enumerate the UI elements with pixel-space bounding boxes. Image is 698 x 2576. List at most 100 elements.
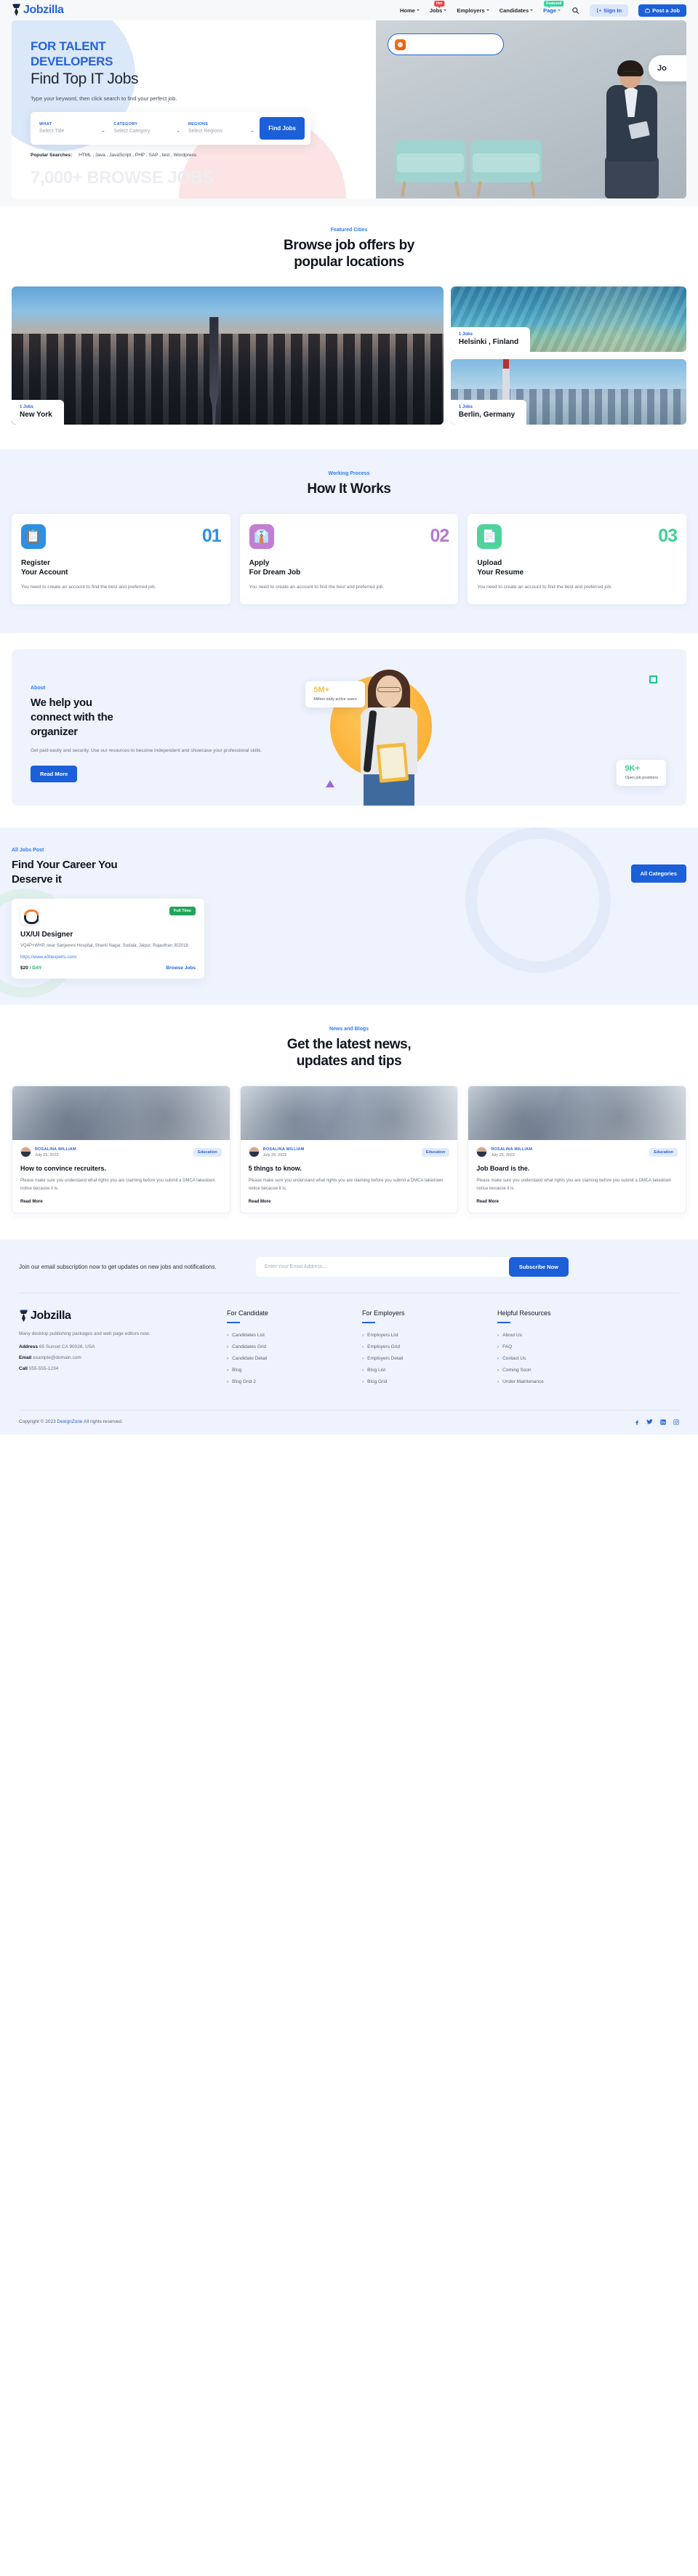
field-value: Select Regions	[188, 129, 222, 135]
footer-link[interactable]: › Blog Grid	[362, 1379, 478, 1384]
popular-searches-items[interactable]: HTML , Java , JavaScript , PHP , SAP , t…	[79, 153, 196, 158]
footer-link[interactable]: › Employers List	[362, 1333, 478, 1338]
footer-link[interactable]: › Coming Soon	[497, 1368, 614, 1373]
search-field-what[interactable]: WHAT Select Title	[36, 122, 108, 134]
news-and-blogs-section: News and Blogs Get the latest news, upda…	[0, 1004, 698, 1240]
footer-link[interactable]: › Blog	[227, 1368, 343, 1373]
blog-author: ROSALINA WILLIAM	[491, 1147, 533, 1152]
address-label: Address	[19, 1344, 39, 1350]
footer-link[interactable]: › Candidates List	[227, 1333, 343, 1338]
avatar	[476, 1147, 488, 1158]
footer-link[interactable]: › Under Maintenance	[497, 1379, 614, 1384]
chevron-right-icon: ›	[227, 1379, 229, 1384]
job-website-link[interactable]: https://www.w3itexperts.com/	[20, 955, 196, 960]
nav-item-candidates[interactable]: Candidates	[500, 7, 534, 14]
badge-featured: Featured	[544, 0, 564, 8]
blog-category-badge[interactable]: Education	[193, 1147, 222, 1157]
avatar	[20, 1147, 31, 1158]
chevron-right-icon: ›	[227, 1332, 229, 1338]
footer-address: Address 65 Sunset CA 90026, USA	[19, 1344, 208, 1349]
footer-link[interactable]: › Blog Grid-2	[227, 1379, 343, 1384]
call-value[interactable]: 555-555-1234	[29, 1366, 58, 1371]
footer-link[interactable]: › Candidate Detail	[227, 1356, 343, 1361]
how-step-upload[interactable]: 📄 03 Upload Your Resume You need to crea…	[468, 513, 687, 604]
footer-link-label: FAQ	[502, 1344, 513, 1350]
about-section: About We help you connect with the organ…	[0, 633, 698, 827]
step-title-line2: Your Resume	[477, 569, 524, 577]
blog-meta: ROSALINA WILLIAM July 25, 2022 Education	[248, 1147, 450, 1158]
footer-link[interactable]: › Candidates Grid	[227, 1344, 343, 1349]
subscribe-button[interactable]: Subscribe Now	[508, 1257, 569, 1277]
footer-link[interactable]: › Employers Detail	[362, 1356, 478, 1361]
how-step-apply[interactable]: 👔 02 Apply For Dream Job You need to cre…	[239, 513, 459, 604]
chevron-right-icon: ›	[362, 1367, 364, 1373]
footer-link[interactable]: › Employers Grid	[362, 1344, 478, 1349]
blog-read-more-link[interactable]: Read More	[20, 1200, 222, 1204]
blog-title: How to convince recruiters.	[20, 1165, 107, 1173]
city-card-berlin[interactable]: 1 Jobs Berlin, Germany	[450, 359, 686, 425]
nav-item-page[interactable]: Featured Page	[543, 0, 564, 14]
blog-category-badge[interactable]: Education	[649, 1147, 678, 1157]
footer-brand-logo[interactable]: Jobzilla	[19, 1309, 208, 1323]
search-icon[interactable]	[571, 6, 579, 15]
step-number: 01	[201, 526, 222, 547]
blog-card[interactable]: ROSALINA WILLIAM July 25, 2022 Education…	[239, 1086, 459, 1214]
blog-read-more-link[interactable]: Read More	[249, 1200, 450, 1204]
footer-link[interactable]: › About Us	[497, 1333, 614, 1338]
dexignzone-link[interactable]: DexignZone	[57, 1419, 83, 1424]
footer-column-title: For Employers	[362, 1309, 405, 1317]
nav-item-home[interactable]: Home	[400, 7, 420, 14]
read-more-button[interactable]: Read More	[31, 765, 78, 782]
jobs-title-line2: Deserve it	[12, 873, 62, 886]
how-eyebrow: Working Process	[328, 471, 370, 477]
city-card-new-york[interactable]: 1 Jobs New York	[12, 286, 444, 425]
job-price-amount: $20	[20, 965, 28, 971]
all-categories-button[interactable]: All Categories	[630, 864, 686, 883]
nav-item-employers[interactable]: Employers	[457, 7, 489, 14]
sign-in-button[interactable]: Sign In	[590, 4, 629, 17]
search-field-regions[interactable]: REGIONS Select Regions	[185, 122, 257, 134]
city-job-count: 1 Jobs	[20, 405, 34, 410]
footer-description: Many desktop publishing packages and web…	[19, 1331, 151, 1337]
profile-card-icon: 👔	[249, 523, 274, 549]
step-title-line1: Register	[21, 558, 51, 567]
blog-card[interactable]: ROSALINA WILLIAM July 25, 2022 Education…	[468, 1086, 687, 1214]
hero-ghost-text: 7,000+ BROWSE JOBS	[31, 167, 214, 188]
find-jobs-button[interactable]: Find Jobs	[260, 116, 305, 140]
instagram-icon[interactable]	[673, 1419, 679, 1425]
footer-link[interactable]: › Contact Us	[497, 1356, 614, 1361]
stat-number: 5M+	[313, 685, 330, 694]
brand-logo[interactable]: Jobzilla	[12, 4, 64, 17]
blog-category-badge[interactable]: Education	[421, 1147, 450, 1157]
post-a-job-button[interactable]: Post a Job	[638, 4, 686, 17]
footer-link-label: Coming Soon	[502, 1368, 531, 1373]
stat-badge-daily-users: 5M+ Million daily active users	[305, 681, 365, 707]
site-header: Jobzilla Home Hot Jobs Employers Candida…	[0, 0, 698, 20]
job-card[interactable]: Full Time UX/UI Designer VQ4P+WHP, near …	[12, 899, 204, 979]
briefcase-icon	[645, 8, 650, 12]
email-field[interactable]	[256, 1257, 509, 1277]
blog-image	[468, 1086, 686, 1141]
chevron-down-icon	[176, 130, 180, 132]
city-card-helsinki[interactable]: 1 Jobs Helsinki , Finland	[450, 286, 686, 353]
search-field-category[interactable]: CATEGORY Select Category	[111, 122, 182, 134]
browse-jobs-link[interactable]: Browse Jobs	[167, 966, 196, 971]
hero-banner: FOR TALENT DEVELOPERS Find Top IT Jobs T…	[12, 20, 686, 198]
twitter-icon[interactable]	[646, 1419, 653, 1425]
nav-item-jobs[interactable]: Hot Jobs	[430, 0, 447, 14]
footer-link[interactable]: › FAQ	[497, 1344, 614, 1349]
facebook-icon[interactable]	[633, 1419, 640, 1425]
how-step-register[interactable]: 📋 01 Register Your Account You need to c…	[12, 513, 230, 604]
blog-read-more-link[interactable]: Read More	[476, 1200, 678, 1204]
blog-title: 5 things to know.	[248, 1165, 302, 1173]
blog-card[interactable]: ROSALINA WILLIAM July 25, 2022 Education…	[12, 1086, 230, 1214]
footer-link[interactable]: › Blog List	[362, 1368, 478, 1373]
footer-columns: Jobzilla Many desktop publishing package…	[19, 1293, 679, 1410]
step-description: You need to create an account to find th…	[21, 584, 156, 590]
footer-email: Email example@domain.com	[19, 1355, 208, 1360]
how-it-works-section: Working Process How It Works 📋 01 Regist…	[0, 449, 698, 633]
cities-title-line2: popular locations	[294, 254, 404, 270]
linkedin-icon[interactable]	[659, 1419, 666, 1425]
hero-title-large: Find Top IT Jobs	[31, 71, 139, 88]
email-value[interactable]: example@domain.com	[33, 1355, 81, 1360]
